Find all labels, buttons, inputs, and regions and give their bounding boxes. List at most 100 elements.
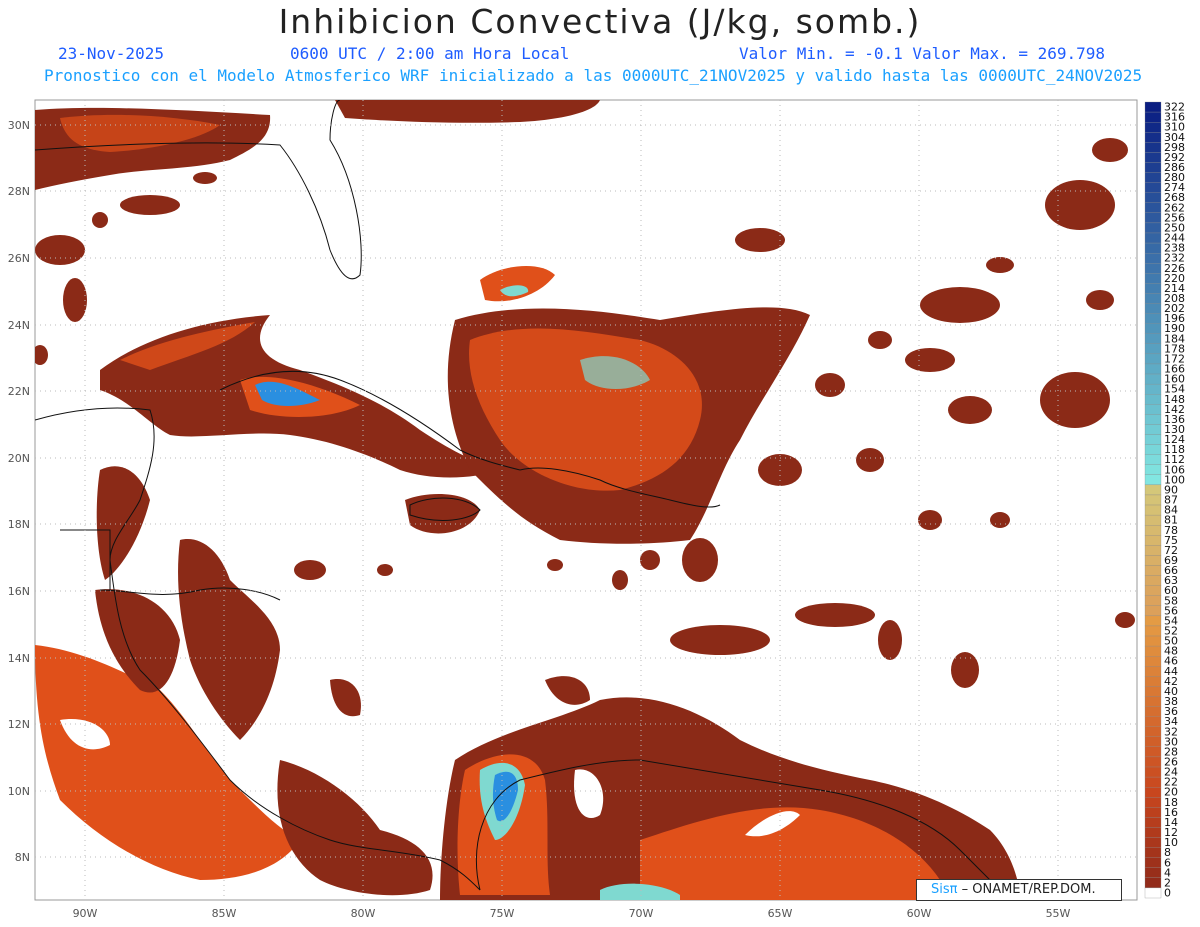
colorbar-swatch	[1144, 797, 1162, 808]
colorbar-swatch	[1144, 504, 1162, 516]
colorbar-swatch	[1144, 666, 1162, 677]
colorbar-swatch	[1144, 202, 1162, 213]
colorbar-swatch	[1144, 494, 1162, 506]
cin-map: 90W 85W 80W 75W 70W 65W 60W 55W 30N 28N …	[8, 99, 1185, 920]
colorbar-swatch	[1144, 444, 1162, 455]
colorbar-swatch	[1144, 373, 1162, 385]
colorbar-swatch	[1144, 696, 1162, 707]
lat-label: 12N	[8, 718, 30, 731]
colorbar-swatch	[1144, 283, 1162, 294]
colorbar-swatch	[1144, 434, 1162, 445]
colorbar-swatch	[1144, 605, 1162, 617]
colorbar-swatch	[1144, 545, 1162, 556]
colorbar-swatch	[1144, 323, 1162, 334]
lat-label: 26N	[8, 252, 30, 265]
colorbar-swatch	[1144, 232, 1162, 244]
colorbar-swatch	[1144, 111, 1162, 123]
value-range: Valor Min. = -0.1 Valor Max. = 269.798	[739, 44, 1106, 63]
colorbar-swatch	[1144, 706, 1162, 717]
colorbar-swatch	[1144, 837, 1162, 848]
colorbar-swatch	[1144, 333, 1162, 344]
colorbar-swatch	[1144, 595, 1162, 606]
colorbar-swatch	[1144, 615, 1162, 627]
colorbar-swatch	[1144, 716, 1162, 727]
colorbar-swatch	[1144, 686, 1162, 697]
colorbar-swatch	[1144, 273, 1162, 284]
colorbar-swatch	[1144, 142, 1162, 153]
forecast-date: 23-Nov-2025	[58, 44, 164, 63]
colorbar-swatch	[1144, 525, 1162, 536]
colorbar-swatch	[1144, 192, 1162, 203]
lon-label: 70W	[629, 907, 654, 920]
colorbar-swatch	[1144, 454, 1162, 465]
lat-label: 18N	[8, 518, 30, 531]
colorbar-swatch	[1144, 656, 1162, 667]
lon-label: 60W	[907, 907, 932, 920]
colorbar-swatch	[1144, 726, 1162, 737]
colorbar-swatch	[1144, 867, 1162, 878]
lat-label: 30N	[8, 119, 30, 132]
colorbar-swatch	[1144, 514, 1162, 526]
colorbar-swatch	[1144, 474, 1162, 486]
colorbar-swatch	[1144, 676, 1162, 687]
colorbar-swatch	[1144, 736, 1162, 748]
colorbar-swatch	[1144, 414, 1162, 425]
lon-label: 65W	[768, 907, 793, 920]
colorbar-swatch	[1144, 857, 1162, 868]
colorbar-swatch	[1144, 484, 1162, 496]
lat-label: 20N	[8, 452, 30, 465]
colorbar-swatch	[1144, 152, 1162, 163]
lon-label: 75W	[490, 907, 515, 920]
colorbar-swatch	[1144, 363, 1162, 375]
colorbar-swatch	[1144, 817, 1162, 828]
colorbar-swatch	[1144, 565, 1162, 576]
colorbar-swatch	[1144, 776, 1162, 788]
lat-label: 24N	[8, 319, 30, 332]
lat-label: 22N	[8, 385, 30, 398]
colorbar-swatch	[1144, 263, 1162, 274]
colorbar-swatch	[1144, 353, 1162, 365]
colorbar-swatch	[1144, 394, 1162, 405]
colorbar-swatch	[1144, 847, 1162, 858]
colorbar-swatch	[1144, 172, 1162, 183]
colorbar-swatch	[1144, 464, 1162, 475]
colorbar-swatch	[1144, 293, 1162, 304]
lon-label: 85W	[212, 907, 237, 920]
lat-label: 16N	[8, 585, 30, 598]
lon-label: 55W	[1046, 907, 1071, 920]
lon-label: 80W	[351, 907, 376, 920]
credit-box: Sisπ – ONAMET/REP.DOM.	[916, 879, 1122, 901]
colorbar-swatch	[1144, 313, 1162, 324]
lat-label: 28N	[8, 185, 30, 198]
colorbar-swatch	[1144, 212, 1162, 224]
colorbar-swatch	[1144, 807, 1162, 818]
colorbar-swatch	[1144, 303, 1162, 314]
colorbar-label: 0	[1164, 886, 1171, 899]
colorbar-swatch	[1144, 555, 1162, 566]
colorbar-swatch	[1144, 182, 1162, 193]
colorbar-swatch	[1144, 585, 1162, 596]
lat-label: 8N	[15, 851, 30, 864]
colorbar-swatch	[1144, 625, 1162, 637]
map-title: Inhibicion Convectiva (J/kg, somb.)	[278, 2, 922, 41]
colorbar-swatch	[1144, 766, 1162, 778]
lat-label: 14N	[8, 652, 30, 665]
colorbar-swatch	[1144, 383, 1162, 395]
colorbar-swatch	[1144, 645, 1162, 657]
credit-brand: Sisπ	[931, 882, 958, 897]
colorbar-swatch	[1144, 756, 1162, 768]
colorbar-swatch	[1144, 887, 1162, 899]
colorbar-swatch	[1144, 132, 1162, 143]
colorbar-swatch	[1144, 252, 1162, 264]
colorbar-swatch	[1144, 635, 1162, 647]
credit-text: – ONAMET/REP.DOM.	[961, 882, 1096, 897]
forecast-time: 0600 UTC / 2:00 am Hora Local	[290, 44, 570, 63]
colorbar-swatch	[1144, 424, 1162, 435]
lon-label: 90W	[73, 907, 98, 920]
colorbar-swatch	[1144, 162, 1162, 173]
colorbar-swatch	[1144, 877, 1162, 889]
colorbar-swatch	[1144, 575, 1162, 586]
colorbar-swatch	[1144, 122, 1162, 133]
colorbar-swatch	[1144, 222, 1162, 234]
lat-label: 10N	[8, 785, 30, 798]
